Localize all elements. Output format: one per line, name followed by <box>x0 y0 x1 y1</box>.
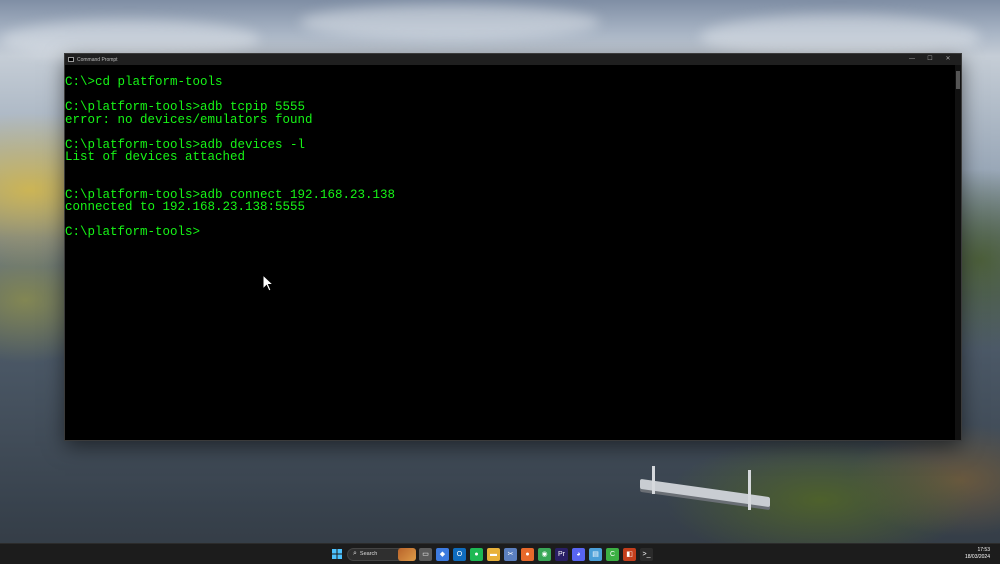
window-titlebar[interactable]: Command Prompt — ☐ ✕ <box>65 54 961 65</box>
search-highlight-icon <box>398 547 416 561</box>
taskbar-app-premiere-pro[interactable]: Pr <box>555 547 568 561</box>
console-output[interactable]: C:\>cd platform-tools C:\platform-tools>a… <box>65 65 955 440</box>
maximize-button[interactable]: ☐ <box>921 54 939 65</box>
system-clock[interactable]: 17:53 18/03/2024 <box>965 547 990 560</box>
taskbar-app-outlook[interactable]: O <box>453 547 466 561</box>
taskbar-app-copilot[interactable]: ◆ <box>436 547 449 561</box>
spotify-icon: ● <box>474 550 479 558</box>
taskbar-app-clipchamp[interactable]: C <box>606 547 619 561</box>
console-line: error: no devices/emulators found <box>65 112 313 127</box>
taskbar-app-discord[interactable]: ◕ <box>572 547 585 561</box>
window-title: Command Prompt <box>77 56 118 63</box>
premiere-pro-icon: Pr <box>558 550 565 558</box>
taskbar-app-snipping-tool[interactable]: ✂ <box>504 547 517 561</box>
console-line: C:\platform-tools>adb tcpip 5555 <box>65 100 306 114</box>
console-scrollbar[interactable] <box>955 65 961 440</box>
mouse-pointer-icon <box>262 274 274 292</box>
firefox-icon: ● <box>525 550 530 558</box>
notepad-icon: ▤ <box>592 551 599 558</box>
close-button[interactable]: ✕ <box>939 54 957 65</box>
scrollbar-thumb[interactable] <box>956 71 960 89</box>
command-prompt-window[interactable]: Command Prompt — ☐ ✕ C:\>cd platform-too… <box>65 54 961 440</box>
start-button[interactable] <box>330 548 343 561</box>
command-prompt-icon <box>68 57 74 62</box>
console-line: List of devices attached <box>65 150 246 164</box>
taskbar-app-task-view[interactable]: ▭ <box>419 547 432 561</box>
terminal-icon: >_ <box>642 550 651 558</box>
outlook-icon: O <box>456 550 463 558</box>
taskbar-app-chrome[interactable]: ◉ <box>538 547 551 561</box>
copilot-icon: ◆ <box>439 551 446 558</box>
powerpoint-icon: ◧ <box>626 551 633 558</box>
minimize-button[interactable]: — <box>903 54 921 65</box>
snipping-tool-icon: ✂ <box>507 551 514 558</box>
discord-icon: ◕ <box>576 550 581 558</box>
taskbar: ⌕ Search ▭ ◆ O ● ▬ ✂ ● ◉ Pr ◕ ▤ C ◧ >_ 17:53 18/03/20… <box>0 543 1000 564</box>
windows-logo-icon <box>331 549 342 559</box>
taskbar-app-spotify[interactable]: ● <box>470 547 483 561</box>
file-explorer-icon: ▬ <box>490 550 497 558</box>
search-label: Search <box>359 551 378 557</box>
console-line: C:\>cd platform-tools <box>65 75 223 89</box>
taskbar-app-powerpoint[interactable]: ◧ <box>623 547 636 561</box>
clipchamp-icon: C <box>609 550 616 558</box>
clock-date: 18/03/2024 <box>964 553 990 560</box>
taskbar-app-firefox[interactable]: ● <box>521 547 534 561</box>
search-icon: ⌕ <box>353 550 357 557</box>
console-line: connected to 192.168.23.138:5555 <box>65 200 306 214</box>
taskbar-search[interactable]: ⌕ Search <box>347 547 416 561</box>
taskbar-app-terminal[interactable]: >_ <box>640 547 653 561</box>
task-view-icon: ▭ <box>422 551 429 558</box>
taskbar-app-notepad[interactable]: ▤ <box>589 547 602 561</box>
chrome-icon: ◉ <box>541 551 548 558</box>
console-line: C:\platform-tools> <box>65 225 201 239</box>
taskbar-app-file-explorer[interactable]: ▬ <box>487 547 500 561</box>
